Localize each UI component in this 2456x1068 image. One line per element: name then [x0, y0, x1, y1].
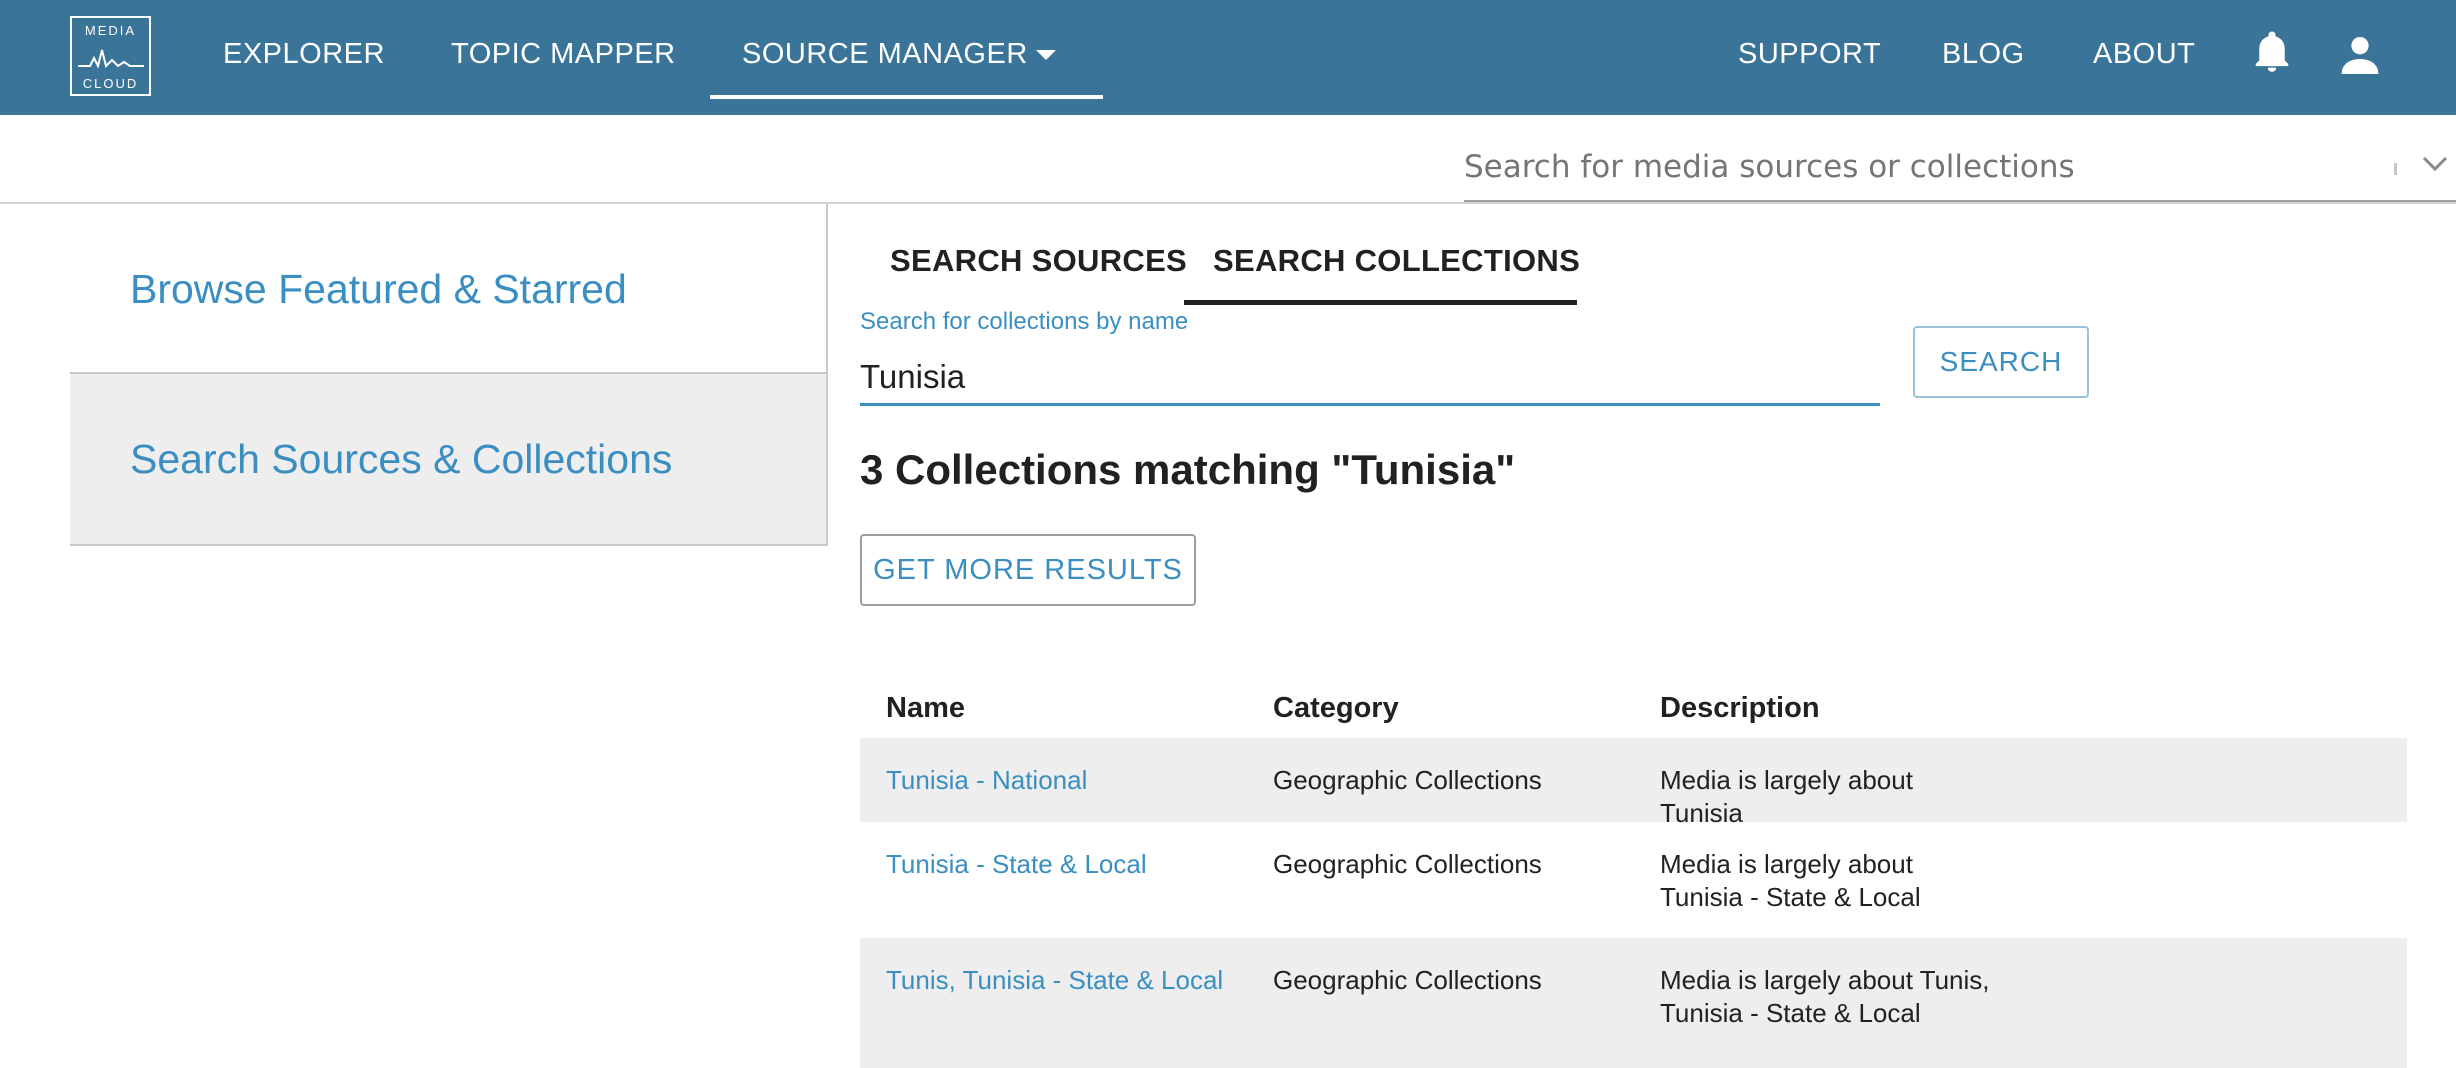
chevron-down-icon[interactable] — [2420, 154, 2450, 174]
collection-description: Media is largely about Tunis, Tunisia - … — [1660, 965, 1990, 1028]
table-row: Tunisia - National Geographic Collection… — [860, 738, 2407, 828]
logo-text-top: MEDIA — [84, 23, 137, 38]
tab-search-collections[interactable]: SEARCH COLLECTIONS — [1213, 243, 1580, 279]
sidebar-item-label: Browse Featured & Starred — [130, 266, 627, 312]
column-header-description: Description — [1660, 692, 1820, 724]
logo-text-bottom: CLOUD — [82, 76, 139, 91]
collection-category: Geographic Collections — [1273, 849, 1542, 879]
collection-search-label: Search for collections by name — [860, 308, 1189, 335]
column-header-name: Name — [886, 692, 965, 724]
nav-explorer[interactable]: EXPLORER — [223, 38, 385, 71]
search-divider — [2394, 163, 2397, 175]
table-row: Tunis, Tunisia - State & Local Geographi… — [860, 938, 2407, 1068]
sidebar: Browse Featured & Starred Search Sources… — [70, 204, 828, 546]
collection-link[interactable]: Tunisia - State & Local — [886, 848, 1147, 881]
sidebar-item-browse-featured[interactable]: Browse Featured & Starred — [70, 204, 826, 374]
nav-support[interactable]: SUPPORT — [1738, 38, 1881, 71]
global-search-box — [1464, 136, 2456, 202]
tab-active-indicator — [1184, 300, 1577, 305]
logo-wave-icon — [78, 49, 144, 69]
sidebar-item-search-sources[interactable]: Search Sources & Collections — [70, 374, 826, 546]
nav-blog[interactable]: BLOG — [1942, 38, 2025, 71]
collection-category: Geographic Collections — [1273, 765, 1542, 795]
search-button[interactable]: SEARCH — [1913, 326, 2089, 398]
column-header-category: Category — [1273, 692, 1399, 724]
top-nav-bar: MEDIA CLOUD EXPLORER TOPIC MAPPER SOURCE… — [0, 0, 2456, 115]
nav-active-indicator — [710, 95, 1103, 99]
collection-link[interactable]: Tunis, Tunisia - State & Local — [886, 964, 1223, 997]
bell-icon[interactable] — [2255, 30, 2289, 74]
collection-description: Media is largely about Tunisia - State &… — [1660, 849, 1921, 912]
nav-topic-mapper[interactable]: TOPIC MAPPER — [451, 38, 676, 71]
nav-source-manager[interactable]: SOURCE MANAGER — [742, 38, 1028, 71]
collection-category: Geographic Collections — [1273, 965, 1542, 995]
nav-about[interactable]: ABOUT — [2093, 38, 2195, 71]
results-heading: 3 Collections matching "Tunisia" — [860, 446, 1516, 493]
media-cloud-logo[interactable]: MEDIA CLOUD — [70, 16, 151, 96]
account-icon[interactable] — [2340, 34, 2380, 74]
collection-link[interactable]: Tunisia - National — [886, 764, 1087, 797]
table-row: Tunisia - State & Local Geographic Colle… — [860, 822, 2407, 938]
collection-description: Media is largely about Tunisia — [1660, 765, 1913, 828]
sidebar-item-label: Search Sources & Collections — [130, 436, 673, 482]
global-search-input[interactable] — [1464, 144, 2364, 190]
collection-search-input[interactable] — [860, 350, 1880, 406]
tab-search-sources[interactable]: SEARCH SOURCES — [890, 243, 1187, 279]
chevron-down-icon[interactable] — [1036, 50, 1056, 60]
get-more-results-button[interactable]: GET MORE RESULTS — [860, 534, 1196, 606]
